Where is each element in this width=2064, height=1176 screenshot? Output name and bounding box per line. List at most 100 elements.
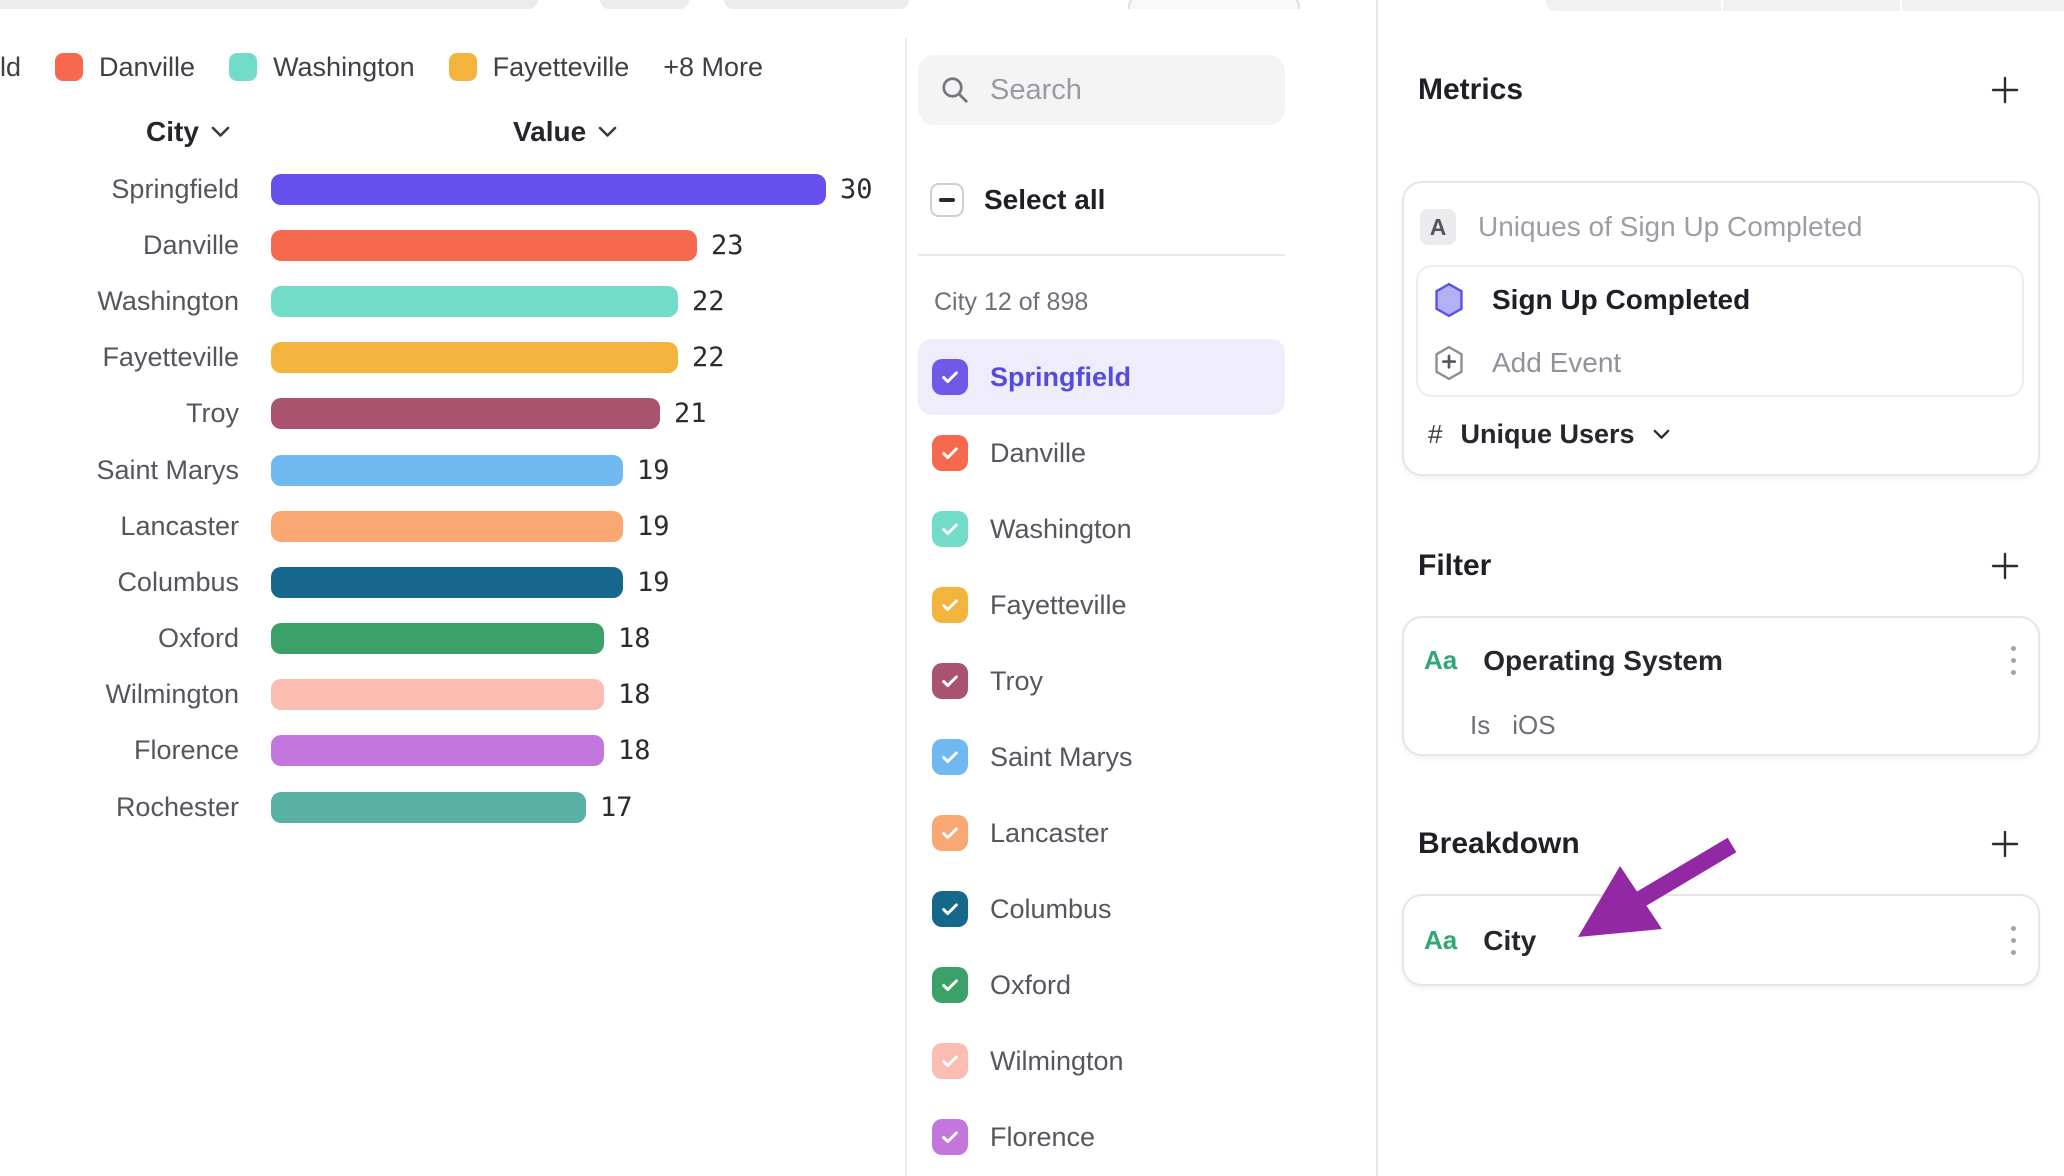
city-list-item[interactable]: Florence bbox=[918, 1099, 1285, 1175]
list-divider bbox=[918, 254, 1285, 256]
bar-row: Saint Marys19 bbox=[0, 442, 905, 498]
bar[interactable] bbox=[271, 174, 826, 205]
city-checkbox[interactable] bbox=[932, 587, 968, 623]
filter-title: Filter bbox=[1418, 549, 1491, 583]
breakdown-title: Breakdown bbox=[1418, 827, 1580, 861]
metric-formula-label: Uniques of Sign Up Completed bbox=[1478, 211, 1862, 243]
bar-row: Rochester17 bbox=[0, 779, 905, 835]
view-toggle-fragment[interactable] bbox=[1546, 0, 2064, 11]
bar[interactable] bbox=[271, 286, 678, 317]
value-column-label: Value bbox=[513, 116, 586, 148]
bar-value-label: 19 bbox=[637, 567, 670, 598]
hash-icon: # bbox=[1428, 419, 1442, 450]
bar[interactable] bbox=[271, 623, 604, 654]
breakdown-property[interactable]: City bbox=[1483, 925, 1981, 957]
add-event-row[interactable]: Add Event bbox=[1432, 343, 1621, 383]
search-icon bbox=[940, 75, 970, 105]
check-icon bbox=[939, 442, 961, 464]
metric-formula-row[interactable]: A Uniques of Sign Up Completed bbox=[1420, 209, 1862, 245]
legend-color-chip bbox=[449, 53, 477, 81]
city-checkbox[interactable] bbox=[932, 435, 968, 471]
check-icon bbox=[939, 974, 961, 996]
measure-selector[interactable]: # Unique Users bbox=[1428, 419, 1670, 450]
search-box[interactable] bbox=[918, 55, 1285, 125]
bar-value-label: 18 bbox=[618, 623, 651, 654]
bar[interactable] bbox=[271, 511, 623, 542]
city-list-item[interactable]: Washington bbox=[918, 491, 1285, 567]
bar[interactable] bbox=[271, 398, 660, 429]
bar[interactable] bbox=[271, 455, 623, 486]
check-icon bbox=[939, 822, 961, 844]
city-list: Springfield Danville Washington Fayettevill… bbox=[918, 339, 1285, 1176]
city-checkbox[interactable] bbox=[932, 511, 968, 547]
select-all-row[interactable]: Select all bbox=[930, 183, 1105, 217]
bar[interactable] bbox=[271, 792, 586, 823]
filter-options-button[interactable] bbox=[2007, 642, 2020, 679]
breakdown-options-button[interactable] bbox=[2007, 922, 2020, 959]
bar-row: Washington 22 bbox=[0, 273, 905, 329]
bar[interactable] bbox=[271, 230, 697, 261]
add-metric-button[interactable] bbox=[1988, 73, 2022, 107]
legend-more-label[interactable]: +8 More bbox=[663, 52, 763, 83]
bar-category-label: Troy bbox=[0, 398, 239, 429]
bar-value-label: 22 bbox=[692, 342, 725, 373]
city-list-item[interactable]: Danville bbox=[918, 415, 1285, 491]
bar-category-label: Florence bbox=[0, 735, 239, 766]
filter-operator[interactable]: Is bbox=[1470, 710, 1490, 741]
bar-value-label: 22 bbox=[692, 286, 725, 317]
filter-value[interactable]: iOS bbox=[1512, 710, 1555, 741]
active-tab-fragment[interactable] bbox=[1128, 0, 1300, 9]
sort-header-city[interactable]: City bbox=[146, 116, 230, 148]
check-icon bbox=[939, 594, 961, 616]
city-name: Columbus bbox=[990, 894, 1112, 925]
string-type-icon: Aa bbox=[1424, 645, 1457, 676]
sort-header-value[interactable]: Value bbox=[513, 116, 617, 148]
city-list-item[interactable]: Springfield bbox=[918, 339, 1285, 415]
bar[interactable] bbox=[271, 679, 604, 710]
city-name: Florence bbox=[990, 1122, 1095, 1153]
city-checkbox[interactable] bbox=[932, 663, 968, 699]
city-list-item[interactable]: Saint Marys bbox=[918, 719, 1285, 795]
event-card: Sign Up Completed Add Event bbox=[1416, 265, 2024, 397]
metric-letter-badge: A bbox=[1420, 209, 1456, 245]
city-checkbox[interactable] bbox=[932, 1043, 968, 1079]
city-list-item[interactable]: Columbus bbox=[918, 871, 1285, 947]
city-checkbox[interactable] bbox=[932, 891, 968, 927]
legend-item-truncated[interactable]: ld bbox=[0, 52, 21, 83]
bar[interactable] bbox=[271, 567, 623, 598]
city-checkbox[interactable] bbox=[932, 815, 968, 851]
bar-category-label: Washington bbox=[0, 286, 239, 317]
bar[interactable] bbox=[271, 342, 678, 373]
search-input[interactable] bbox=[988, 73, 1252, 108]
city-checkbox[interactable] bbox=[932, 739, 968, 775]
bar-row: Wilmington18 bbox=[0, 667, 905, 723]
bar-row: Fayetteville22 bbox=[0, 330, 905, 386]
city-checkbox[interactable] bbox=[932, 967, 968, 1003]
city-list-item[interactable]: Wilmington bbox=[918, 1023, 1285, 1099]
city-name: Washington bbox=[990, 514, 1132, 545]
event-row[interactable]: Sign Up Completed bbox=[1432, 280, 1750, 320]
check-icon bbox=[939, 746, 961, 768]
metric-card: A Uniques of Sign Up Completed Sign Up C… bbox=[1402, 181, 2040, 476]
add-filter-button[interactable] bbox=[1988, 549, 2022, 583]
bar[interactable] bbox=[271, 735, 604, 766]
bar-category-label: Springfield bbox=[0, 174, 239, 205]
legend-item[interactable]: Fayetteville bbox=[449, 52, 630, 83]
city-list-item[interactable]: Troy bbox=[918, 643, 1285, 719]
city-list-item[interactable]: Lancaster bbox=[918, 795, 1285, 871]
city-list-item[interactable]: Fayetteville bbox=[918, 567, 1285, 643]
plus-icon bbox=[1990, 829, 2020, 859]
legend-item[interactable]: Washington bbox=[229, 52, 415, 83]
filter-property[interactable]: Operating System bbox=[1483, 645, 1981, 677]
select-all-checkbox[interactable] bbox=[930, 183, 964, 217]
bar-category-label: Lancaster bbox=[0, 511, 239, 542]
city-list-item[interactable]: Oxford bbox=[918, 947, 1285, 1023]
city-checkbox[interactable] bbox=[932, 359, 968, 395]
legend-item[interactable]: Danville bbox=[55, 52, 195, 83]
legend-label: Washington bbox=[273, 52, 415, 83]
add-breakdown-button[interactable] bbox=[1988, 827, 2022, 861]
city-name: Saint Marys bbox=[990, 742, 1133, 773]
city-name: Springfield bbox=[990, 362, 1131, 393]
bar-category-label: Oxford bbox=[0, 623, 239, 654]
city-checkbox[interactable] bbox=[932, 1119, 968, 1155]
